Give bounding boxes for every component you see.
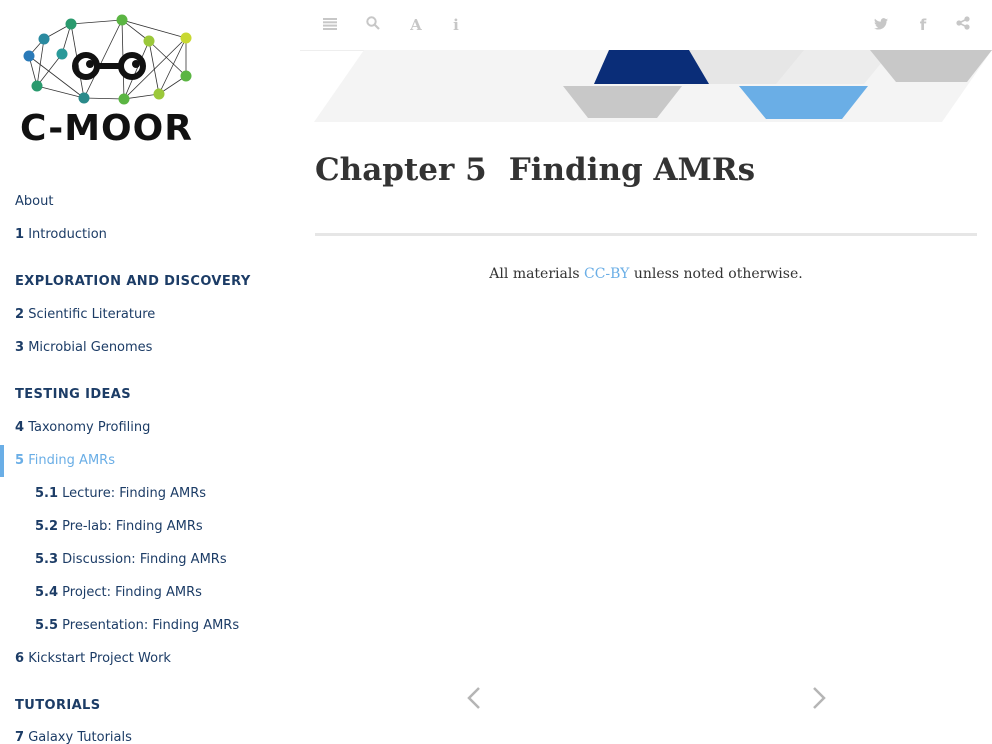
sidebar-item-about[interactable]: About	[0, 194, 300, 209]
sidebar-part-heading: TUTORIALS	[15, 698, 101, 713]
chevron-left-icon	[467, 687, 480, 709]
search-icon[interactable]	[362, 14, 384, 36]
sidebar-item-label: About	[15, 194, 54, 209]
sidebar-item-number: 5.1	[35, 486, 59, 501]
logo-wordmark: C-MOOR	[20, 108, 193, 149]
twitter-icon[interactable]	[870, 14, 892, 36]
sidebar-subitem-presentation[interactable]: 5.5 Presentation: Finding AMRs	[0, 618, 300, 633]
twitter-bird-glyph	[874, 18, 888, 30]
sidebar-item-galaxy-tutorials[interactable]: 7 Galaxy Tutorials	[0, 730, 300, 744]
sidebar-item-microbial-genomes[interactable]: 3 Microbial Genomes	[0, 340, 300, 355]
sidebar-item-taxonomy-profiling[interactable]: 4 Taxonomy Profiling	[0, 420, 300, 435]
next-page-button[interactable]	[804, 680, 834, 716]
network-logo-icon	[23, 14, 192, 105]
sidebar-item-number: 3	[15, 340, 25, 355]
sidebar-item-number: 4	[15, 420, 25, 435]
sidebar-item-label: Discussion: Finding AMRs	[62, 552, 227, 567]
share-nodes-glyph	[956, 16, 970, 30]
sidebar-item-number: 5.5	[35, 618, 59, 633]
sidebar-item-label: Pre-lab: Finding AMRs	[62, 519, 203, 534]
sidebar-item-label: Presentation: Finding AMRs	[62, 618, 240, 633]
chapter-banner	[314, 50, 992, 122]
license-suffix: unless noted otherwise.	[629, 266, 803, 282]
sidebar-subitem-project[interactable]: 5.4 Project: Finding AMRs	[0, 585, 300, 600]
sidebar: C-MOOR About 1 Introduction EXPLORATION …	[0, 0, 300, 744]
sidebar-item-introduction[interactable]: 1 Introduction	[0, 227, 300, 242]
sidebar-item-number: 7	[15, 730, 25, 744]
facebook-icon[interactable]: f	[912, 14, 934, 36]
sidebar-item-number: 2	[15, 307, 25, 322]
sidebar-item-label: Lecture: Finding AMRs	[62, 486, 207, 501]
sidebar-item-label: Project: Finding AMRs	[62, 585, 202, 600]
sidebar-part-heading: TESTING IDEAS	[15, 387, 132, 402]
banner-shapes	[314, 50, 992, 122]
sidebar-item-label: Scientific Literature	[28, 307, 156, 322]
chapter-number: Chapter 5	[315, 152, 487, 188]
magnifier-glyph	[366, 16, 380, 30]
sidebar-item-label: Microbial Genomes	[28, 340, 153, 355]
sidebar-item-label: Taxonomy Profiling	[28, 420, 151, 435]
sidebar-item-label: Kickstart Project Work	[28, 651, 171, 666]
sidebar-item-scientific-literature[interactable]: 2 Scientific Literature	[0, 307, 300, 322]
chapter-title-text: Finding AMRs	[508, 152, 756, 188]
previous-page-button[interactable]	[460, 680, 490, 716]
share-icon[interactable]	[952, 14, 974, 36]
sidebar-subitem-discussion[interactable]: 5.3 Discussion: Finding AMRs	[0, 552, 300, 567]
chevron-right-icon	[813, 687, 826, 709]
info-icon[interactable]: i	[445, 14, 467, 36]
license-prefix: All materials	[489, 266, 584, 282]
sidebar-item-number: 5.3	[35, 552, 59, 567]
cc-by-link[interactable]: CC-BY	[584, 266, 629, 282]
sidebar-part-heading: EXPLORATION AND DISCOVERY	[15, 274, 251, 289]
page-title: Chapter 5 Finding AMRs	[315, 152, 755, 188]
sidebar-item-label: Finding AMRs	[28, 453, 115, 468]
toc-toggle-glyph	[323, 18, 337, 30]
c-moor-logo[interactable]: C-MOOR	[14, 8, 210, 158]
list-icon[interactable]	[319, 14, 341, 36]
sidebar-subitem-lecture[interactable]: 5.1 Lecture: Finding AMRs	[0, 486, 300, 501]
sidebar-subitem-pre-lab[interactable]: 5.2 Pre-lab: Finding AMRs	[0, 519, 300, 534]
sidebar-item-finding-amrs[interactable]: 5 Finding AMRs	[0, 453, 300, 468]
sidebar-item-number: 6	[15, 651, 25, 666]
sidebar-item-label: Galaxy Tutorials	[28, 730, 132, 744]
title-divider	[315, 233, 977, 236]
sidebar-item-number: 5.2	[35, 519, 59, 534]
license-note: All materials CC-BY unless noted otherwi…	[315, 266, 977, 282]
sidebar-item-label: Introduction	[28, 227, 107, 242]
sidebar-item-number: 5.4	[35, 585, 59, 600]
sidebar-item-kickstart-project-work[interactable]: 6 Kickstart Project Work	[0, 651, 300, 666]
font-icon[interactable]: A	[405, 14, 427, 36]
sidebar-item-number: 1	[15, 227, 25, 242]
sidebar-item-number: 5	[15, 453, 25, 468]
toolbar: A i f	[300, 0, 992, 51]
